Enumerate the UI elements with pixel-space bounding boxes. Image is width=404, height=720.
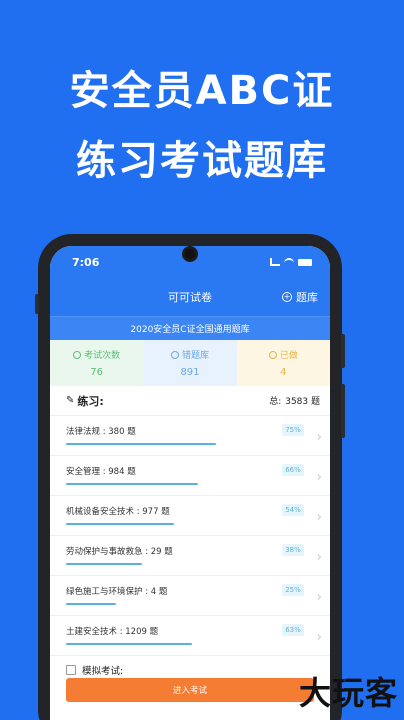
- list-item[interactable]: 安全管理 : 984 题 66% ›: [50, 456, 330, 496]
- stat-exam-count[interactable]: 考试次数 76: [50, 340, 144, 386]
- phone-side-button: [341, 334, 345, 368]
- stat-value: 76: [90, 367, 104, 378]
- progress-track: [66, 603, 266, 605]
- phone-side-button: [341, 384, 345, 438]
- mock-exam-checkbox[interactable]: [66, 665, 76, 675]
- item-label: 劳动保护与事故救急 : 29 题: [66, 547, 173, 557]
- progress-track: [66, 643, 266, 645]
- plus-circle-icon: +: [282, 292, 292, 302]
- chevron-right-icon: ›: [316, 470, 322, 485]
- chevron-right-icon: ›: [316, 510, 322, 525]
- percent-badge: 66%: [282, 464, 304, 476]
- nav-title: 可可试卷: [168, 291, 212, 304]
- phone-screen: 7:06 可可试卷 + 题库 2020安全员C证全国通用题库 考试次数 76 错…: [50, 246, 330, 720]
- check-circle-icon: [73, 350, 82, 359]
- promo-title-line2: 练习考试题库: [76, 138, 328, 184]
- phone-frame: 7:06 可可试卷 + 题库 2020安全员C证全国通用题库 考试次数 76 错…: [35, 234, 345, 720]
- check-circle-icon: [268, 350, 277, 359]
- progress-track: [66, 443, 266, 445]
- battery-icon: [298, 258, 312, 266]
- camera-notch: [182, 246, 198, 262]
- item-label: 绿色施工与环境保护 : 4 题: [66, 587, 168, 597]
- list-item[interactable]: 劳动保护与事故救急 : 29 题 38% ›: [50, 536, 330, 576]
- nav-bar: 可可试卷 + 题库: [50, 278, 330, 316]
- list-item[interactable]: 机械设备安全技术 : 977 题 54% ›: [50, 496, 330, 536]
- practice-total: 总: 3583 题: [269, 397, 320, 407]
- wifi-icon: [284, 258, 294, 266]
- practice-title: 练习:: [77, 394, 104, 408]
- phone-side-button: [35, 294, 39, 314]
- progress-fill: [66, 483, 198, 485]
- stats-row: 考试次数 76 错题库 891 已做 4: [50, 340, 330, 386]
- stat-label: 错题库: [181, 351, 209, 361]
- progress-fill: [66, 523, 174, 525]
- promo-title-line1: 安全员ABC证: [69, 68, 335, 114]
- chevron-right-icon: ›: [316, 550, 322, 565]
- item-label: 土建安全技术 : 1209 题: [66, 627, 159, 637]
- exam-subtitle: 2020安全员C证全国通用题库: [50, 316, 330, 340]
- progress-track: [66, 483, 266, 485]
- percent-badge: 38%: [282, 544, 304, 556]
- chevron-right-icon: ›: [316, 430, 322, 445]
- chevron-right-icon: ›: [316, 630, 322, 645]
- list-item[interactable]: 法律法规 : 380 题 75% ›: [50, 416, 330, 456]
- stat-wrong-bank[interactable]: 错题库 891: [143, 340, 237, 386]
- progress-track: [66, 563, 266, 565]
- practice-list: 法律法规 : 380 题 75% › 安全管理 : 984 题 66% › 机械设备安全技术…: [50, 416, 330, 656]
- progress-fill: [66, 643, 192, 645]
- list-item[interactable]: 土建安全技术 : 1209 题 63% ›: [50, 616, 330, 656]
- stat-label: 已做: [279, 351, 298, 361]
- chevron-right-icon: ›: [316, 590, 322, 605]
- stat-value: 891: [180, 367, 200, 378]
- stat-done[interactable]: 已做 4: [236, 340, 330, 386]
- progress-fill: [66, 603, 116, 605]
- percent-badge: 75%: [282, 424, 304, 436]
- list-item[interactable]: 绿色施工与环境保护 : 4 题 25% ›: [50, 576, 330, 616]
- status-time: 7:06: [72, 255, 100, 269]
- pencil-icon: ✎: [66, 395, 75, 406]
- signal-icon: [270, 258, 280, 266]
- progress-fill: [66, 563, 142, 565]
- question-bank-label: 题库: [296, 291, 318, 304]
- start-exam-button[interactable]: 进入考试: [66, 678, 314, 702]
- progress-track: [66, 523, 266, 525]
- percent-badge: 54%: [282, 504, 304, 516]
- check-circle-icon: [170, 350, 179, 359]
- item-label: 机械设备安全技术 : 977 题: [66, 507, 170, 517]
- watermark-logo: 大玩客: [298, 674, 398, 712]
- question-bank-button[interactable]: + 题库: [282, 278, 318, 316]
- progress-fill: [66, 443, 216, 445]
- item-label: 法律法规 : 380 题: [66, 427, 136, 437]
- practice-header: ✎ 练习: 总: 3583 题: [50, 386, 330, 416]
- percent-badge: 25%: [282, 584, 304, 596]
- stat-value: 4: [280, 367, 287, 378]
- percent-badge: 63%: [282, 624, 304, 636]
- mock-exam-label: 模拟考试:: [82, 666, 124, 677]
- stat-label: 考试次数: [84, 351, 121, 361]
- item-label: 安全管理 : 984 题: [66, 467, 136, 477]
